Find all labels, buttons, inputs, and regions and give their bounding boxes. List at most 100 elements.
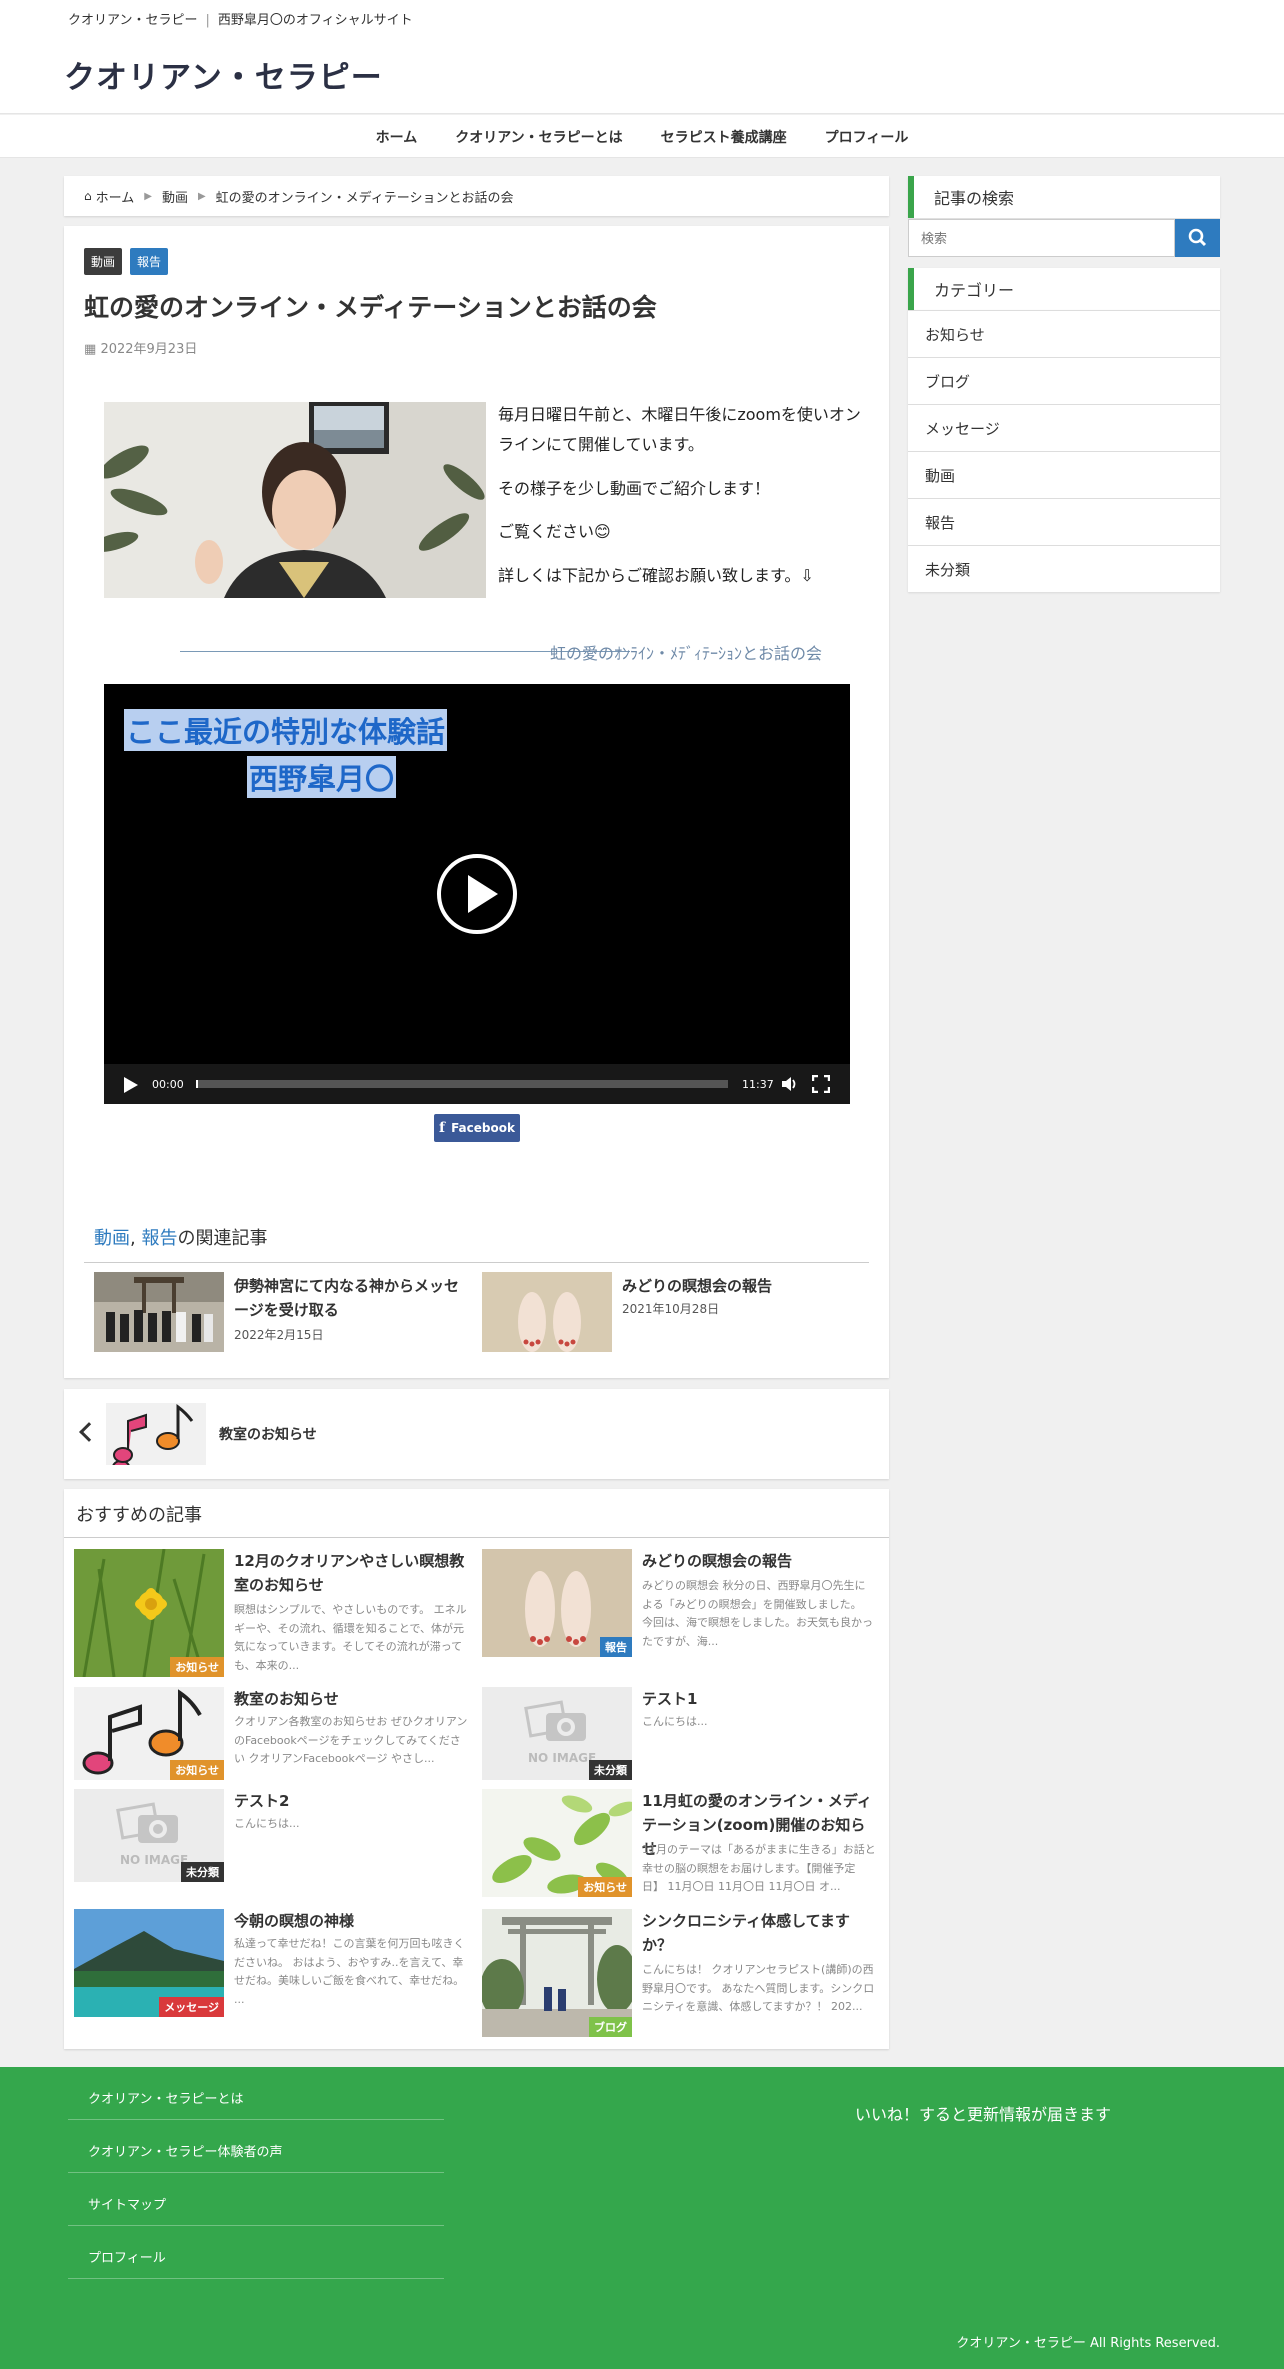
intro-photo	[104, 402, 486, 598]
breadcrumb-home[interactable]: ホーム	[96, 187, 135, 206]
tag-video[interactable]: 動画	[84, 248, 123, 275]
recommended-thumb[interactable]: お知らせ	[74, 1687, 224, 1780]
category-item-uncategorized[interactable]: 未分類	[908, 545, 1220, 592]
recommended-title[interactable]: テスト2	[234, 1789, 468, 1813]
nav-item-course[interactable]: セラピスト養成講座	[642, 127, 806, 147]
recommended-divider	[64, 1537, 889, 1538]
category-item-report[interactable]: 報告	[908, 498, 1220, 545]
search-widget-heading: 記事の検索	[908, 176, 1220, 218]
recommended-title[interactable]: みどりの瞑想会の報告	[642, 1549, 876, 1573]
fullscreen-icon[interactable]	[812, 1075, 830, 1093]
recommended-item[interactable]: お知らせ 12月のクオリアンやさしい瞑想教室のお知らせ 瞑想はシンプルで、やさし…	[74, 1549, 474, 1679]
intro-text: 毎月日曜日午前と、木曜日午後にzoomを使いオンラインにて開催しています。 その…	[498, 400, 868, 604]
related-heading: 動画, 報告の関連記事	[94, 1228, 268, 1249]
search-input[interactable]	[908, 219, 1175, 257]
event-link[interactable]: 虹の愛のｵﾝﾗｲﾝ・ﾒﾃﾞｨﾃｰｼｮﾝとお話の会	[180, 640, 850, 664]
category-badge: メッセージ	[159, 1997, 224, 2017]
footer-link-profile[interactable]: プロフィール	[68, 2226, 444, 2279]
calendar-icon: ▦	[84, 342, 97, 357]
nav-item-profile[interactable]: プロフィール	[806, 127, 928, 147]
progress-slider[interactable]	[196, 1080, 728, 1088]
breadcrumb-category[interactable]: 動画	[162, 187, 188, 206]
related-date: 2022年2月15日	[234, 1328, 324, 1342]
intro-paragraph: その様子を少し動画でご紹介します！	[498, 478, 771, 498]
facebook-icon: f	[439, 1120, 446, 1136]
chevron-left-icon[interactable]	[79, 1422, 99, 1442]
play-button[interactable]	[124, 1077, 138, 1093]
search-button[interactable]	[1175, 219, 1220, 257]
category-item-message[interactable]: メッセージ	[908, 404, 1220, 451]
recommended-excerpt: みどりの瞑想会 秋分の日、西野皐月〇先生による「みどりの瞑想会」を開催致しました…	[642, 1579, 873, 1649]
intro-paragraph: ご覧ください😊	[498, 522, 611, 542]
related-thumb[interactable]	[94, 1272, 224, 1352]
recommended-thumb[interactable]: お知らせ	[74, 1549, 224, 1677]
recommended-item[interactable]: ブログ シンクロニシティ体感してますか？ こんにちは！ クオリアンセラピスト(講…	[482, 1909, 882, 2039]
tag-report[interactable]: 報告	[130, 248, 169, 275]
site-footer: クオリアン・セラピーとは クオリアン・セラピー体験者の声 サイトマップ プロフィ…	[0, 2067, 1284, 2369]
recommended-item[interactable]: メッセージ 今朝の瞑想の神様 私達って幸せだね！この言葉を何万回も呟きくださいね…	[74, 1909, 474, 2019]
volume-icon[interactable]	[780, 1075, 798, 1093]
tagline-site-name[interactable]: クオリアン・セラピー	[68, 13, 197, 28]
prev-post-thumb[interactable]	[106, 1403, 206, 1465]
site-header: クオリアン・セラピー | 西野皐月〇のオフィシャルサイト クオリアン・セラピー	[0, 0, 1284, 114]
nav-item-home[interactable]: ホーム	[357, 127, 437, 147]
recommended-item[interactable]: お知らせ 教室のお知らせ クオリアン各教室のお知らせお ぜひクオリアンのFace…	[74, 1687, 474, 1782]
category-item-news[interactable]: お知らせ	[908, 310, 1220, 357]
video-player[interactable]: ここ最近の特別な体験話 西野皐月〇 00:00 11:37	[104, 684, 850, 1104]
play-icon[interactable]	[437, 854, 517, 934]
recommended-item[interactable]: お知らせ 11月虹の愛のオンライン・メディテーション(zoom)開催のお知らせ …	[482, 1789, 882, 1899]
recommended-item[interactable]: NO IMAGE 未分類 テスト1 こんにちは...	[482, 1687, 882, 1782]
recommended-title[interactable]: 教室のお知らせ	[234, 1687, 468, 1711]
facebook-label: Facebook	[451, 1121, 515, 1135]
intro-paragraph: 詳しくは下記からご確認お願い致します。⇩	[498, 565, 814, 585]
footer-link-sitemap[interactable]: サイトマップ	[68, 2173, 444, 2226]
footer-link-voices[interactable]: クオリアン・セラピー体験者の声	[68, 2120, 444, 2173]
recommended-excerpt: クオリアン各教室のお知らせお ぜひクオリアンのFacebookページをチェックし…	[234, 1715, 468, 1766]
related-link-video[interactable]: 動画	[94, 1228, 130, 1249]
nav-item-about[interactable]: クオリアン・セラピーとは	[436, 127, 641, 147]
home-icon: ⌂	[84, 189, 92, 203]
breadcrumb: ⌂ ホーム ▶ 動画 ▶ 虹の愛のオンライン・メディテーションとお話の会	[64, 176, 889, 216]
category-list: お知らせ ブログ メッセージ 動画 報告 未分類	[908, 310, 1220, 592]
article: 動画 報告 虹の愛のオンライン・メディテーションとお話の会 ▦ 2022年9月2…	[64, 226, 889, 1378]
recommended-title[interactable]: 今朝の瞑想の神様	[234, 1909, 468, 1933]
facebook-share-button[interactable]: f Facebook	[434, 1114, 520, 1142]
recommended-title[interactable]: テスト1	[642, 1687, 876, 1711]
article-title: 虹の愛のオンライン・メディテーションとお話の会	[84, 293, 657, 322]
recommended-thumb[interactable]: NO IMAGE 未分類	[74, 1789, 224, 1882]
video-caption-1: ここ最近の特別な体験話	[124, 709, 448, 751]
category-item-video[interactable]: 動画	[908, 451, 1220, 498]
recommended-item[interactable]: 報告 みどりの瞑想会の報告 みどりの瞑想会 秋分の日、西野皐月〇先生による「みど…	[482, 1549, 882, 1659]
recommended-thumb[interactable]: メッセージ	[74, 1909, 224, 2017]
recommended-item[interactable]: NO IMAGE 未分類 テスト2 こんにちは...	[74, 1789, 474, 1884]
category-item-blog[interactable]: ブログ	[908, 357, 1220, 404]
recommended-excerpt: 私達って幸せだね！この言葉を何万回も呟きくださいね。 おはよう、おやすみ..を言…	[234, 1937, 465, 2007]
prev-post-link[interactable]: 教室のお知らせ	[64, 1389, 889, 1479]
related-title[interactable]: みどりの瞑想会の報告	[622, 1274, 852, 1298]
related-link-report[interactable]: 報告	[141, 1228, 177, 1249]
no-image-label: NO IMAGE	[120, 1853, 189, 1867]
event-link-text[interactable]: 虹の愛のｵﾝﾗｲﾝ・ﾒﾃﾞｨﾃｰｼｮﾝとお話の会	[550, 640, 822, 664]
category-badge: 未分類	[181, 1862, 224, 1882]
category-badge: お知らせ	[170, 1760, 224, 1780]
recommended-thumb[interactable]: ブログ	[482, 1909, 632, 2037]
footer-link-about[interactable]: クオリアン・セラピーとは	[68, 2067, 444, 2120]
site-title[interactable]: クオリアン・セラピー	[64, 52, 383, 97]
total-time: 11:37	[742, 1078, 774, 1091]
recommended-thumb[interactable]: NO IMAGE 未分類	[482, 1687, 632, 1780]
copyright: クオリアン・セラピー All Rights Reserved.	[956, 2336, 1220, 2351]
article-date-text: 2022年9月23日	[100, 342, 198, 357]
related-thumb[interactable]	[482, 1272, 612, 1352]
related-title[interactable]: 伊勢神宮にて内なる神からメッセージを受け取る	[234, 1274, 464, 1322]
recommended-thumb[interactable]: 報告	[482, 1549, 632, 1657]
recommended-excerpt: 11月のテーマは「あるがままに生きる」お話と幸せの脳の瞑想をお届けします。【開催…	[642, 1843, 876, 1894]
related-divider	[84, 1262, 869, 1263]
recommended-excerpt: こんにちは！ クオリアンセラピスト(講師)の西野皐月〇です。 あなたへ質問します…	[642, 1963, 875, 2014]
recommended-title[interactable]: 12月のクオリアンやさしい瞑想教室のお知らせ	[234, 1549, 468, 1597]
prev-post-title[interactable]: 教室のお知らせ	[219, 1424, 317, 1444]
related-item[interactable]: 伊勢神宮にて内なる神からメッセージを受け取る 2022年2月15日	[94, 1272, 464, 1354]
current-time: 00:00	[152, 1078, 184, 1091]
recommended-thumb[interactable]: お知らせ	[482, 1789, 632, 1897]
recommended-title[interactable]: シンクロニシティ体感してますか？	[642, 1909, 876, 1957]
related-item[interactable]: みどりの瞑想会の報告 2021年10月28日	[482, 1272, 852, 1354]
